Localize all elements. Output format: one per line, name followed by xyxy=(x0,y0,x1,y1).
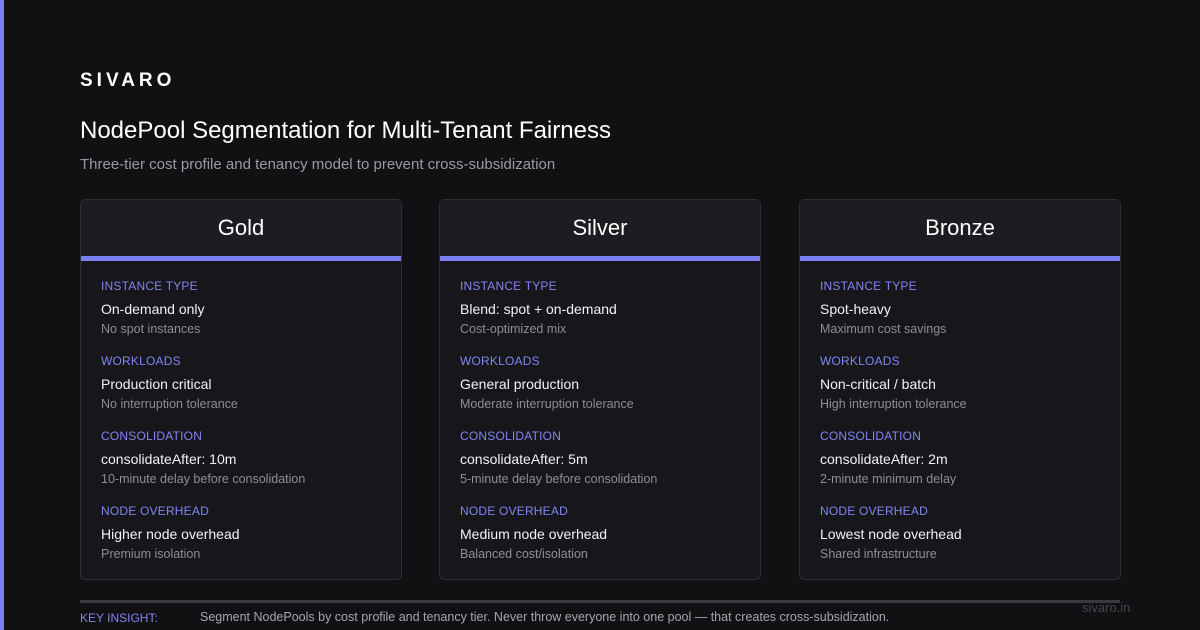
section-note: Balanced cost/isolation xyxy=(460,547,588,561)
section-consolidation: CONSOLIDATION consolidateAfter: 5m 5-min… xyxy=(460,429,740,504)
tier-card-bronze: Bronze INSTANCE TYPE Spot-heavy Maximum … xyxy=(799,199,1121,580)
brand-logo: SIVARO xyxy=(80,70,176,91)
section-node-overhead: NODE OVERHEAD Higher node overhead Premi… xyxy=(101,504,381,579)
section-note: Cost-optimized mix xyxy=(460,322,567,336)
section-value: consolidateAfter: 10m xyxy=(101,451,237,467)
tier-card-gold: Gold INSTANCE TYPE On-demand only No spo… xyxy=(80,199,402,580)
section-workloads: WORKLOADS Non-critical / batch High inte… xyxy=(820,354,1100,429)
section-note: 10-minute delay before consolidation xyxy=(101,472,306,486)
section-note: Shared infrastructure xyxy=(820,547,937,561)
section-note: No spot instances xyxy=(101,322,201,336)
accent-bar xyxy=(0,0,4,630)
section-value: Medium node overhead xyxy=(460,526,608,542)
section-note: Maximum cost savings xyxy=(820,322,947,336)
section-value: Higher node overhead xyxy=(101,526,240,542)
section-label: CONSOLIDATION xyxy=(820,429,922,443)
section-label: CONSOLIDATION xyxy=(460,429,562,443)
section-label: NODE OVERHEAD xyxy=(460,504,568,518)
section-label: INSTANCE TYPE xyxy=(820,279,917,293)
section-instance-type: INSTANCE TYPE Blend: spot + on-demand Co… xyxy=(460,279,740,354)
section-consolidation: CONSOLIDATION consolidateAfter: 10m 10-m… xyxy=(101,429,381,504)
section-note: 2-minute minimum delay xyxy=(820,472,957,486)
section-value: Blend: spot + on-demand xyxy=(460,301,617,317)
section-value: Non-critical / batch xyxy=(820,376,936,392)
section-label: INSTANCE TYPE xyxy=(460,279,557,293)
section-label: CONSOLIDATION xyxy=(101,429,203,443)
key-insight-label: KEY INSIGHT: xyxy=(80,611,158,625)
section-workloads: WORKLOADS General production Moderate in… xyxy=(460,354,740,429)
section-value: consolidateAfter: 5m xyxy=(460,451,588,467)
section-node-overhead: NODE OVERHEAD Lowest node overhead Share… xyxy=(820,504,1100,579)
section-label: WORKLOADS xyxy=(460,354,540,368)
page-subtitle: Three-tier cost profile and tenancy mode… xyxy=(80,156,556,173)
tier-name: Bronze xyxy=(800,200,1120,256)
section-value: Spot-heavy xyxy=(820,301,891,317)
section-instance-type: INSTANCE TYPE On-demand only No spot ins… xyxy=(101,279,381,354)
section-consolidation: CONSOLIDATION consolidateAfter: 2m 2-min… xyxy=(820,429,1100,504)
tier-name: Gold xyxy=(81,200,401,256)
tier-card-silver: Silver INSTANCE TYPE Blend: spot + on-de… xyxy=(439,199,761,580)
page-title: NodePool Segmentation for Multi-Tenant F… xyxy=(80,117,611,144)
section-label: INSTANCE TYPE xyxy=(101,279,198,293)
tier-name: Silver xyxy=(440,200,760,256)
section-value: On-demand only xyxy=(101,301,205,317)
section-note: Moderate interruption tolerance xyxy=(460,397,634,411)
section-note: Premium isolation xyxy=(101,547,201,561)
section-label: NODE OVERHEAD xyxy=(820,504,928,518)
section-note: 5-minute delay before consolidation xyxy=(460,472,658,486)
section-label: NODE OVERHEAD xyxy=(101,504,209,518)
section-note: No interruption tolerance xyxy=(101,397,238,411)
section-note: High interruption tolerance xyxy=(820,397,967,411)
section-instance-type: INSTANCE TYPE Spot-heavy Maximum cost sa… xyxy=(820,279,1100,354)
section-label: WORKLOADS xyxy=(820,354,900,368)
section-value: Lowest node overhead xyxy=(820,526,962,542)
watermark: sivaro.in xyxy=(1082,600,1131,615)
footer-divider xyxy=(80,600,1120,603)
section-node-overhead: NODE OVERHEAD Medium node overhead Balan… xyxy=(460,504,740,579)
section-value: Production critical xyxy=(101,376,212,392)
section-value: consolidateAfter: 2m xyxy=(820,451,948,467)
section-label: WORKLOADS xyxy=(101,354,181,368)
key-insight-text: Segment NodePools by cost profile and te… xyxy=(200,610,890,624)
section-workloads: WORKLOADS Production critical No interru… xyxy=(101,354,381,429)
section-value: General production xyxy=(460,376,580,392)
